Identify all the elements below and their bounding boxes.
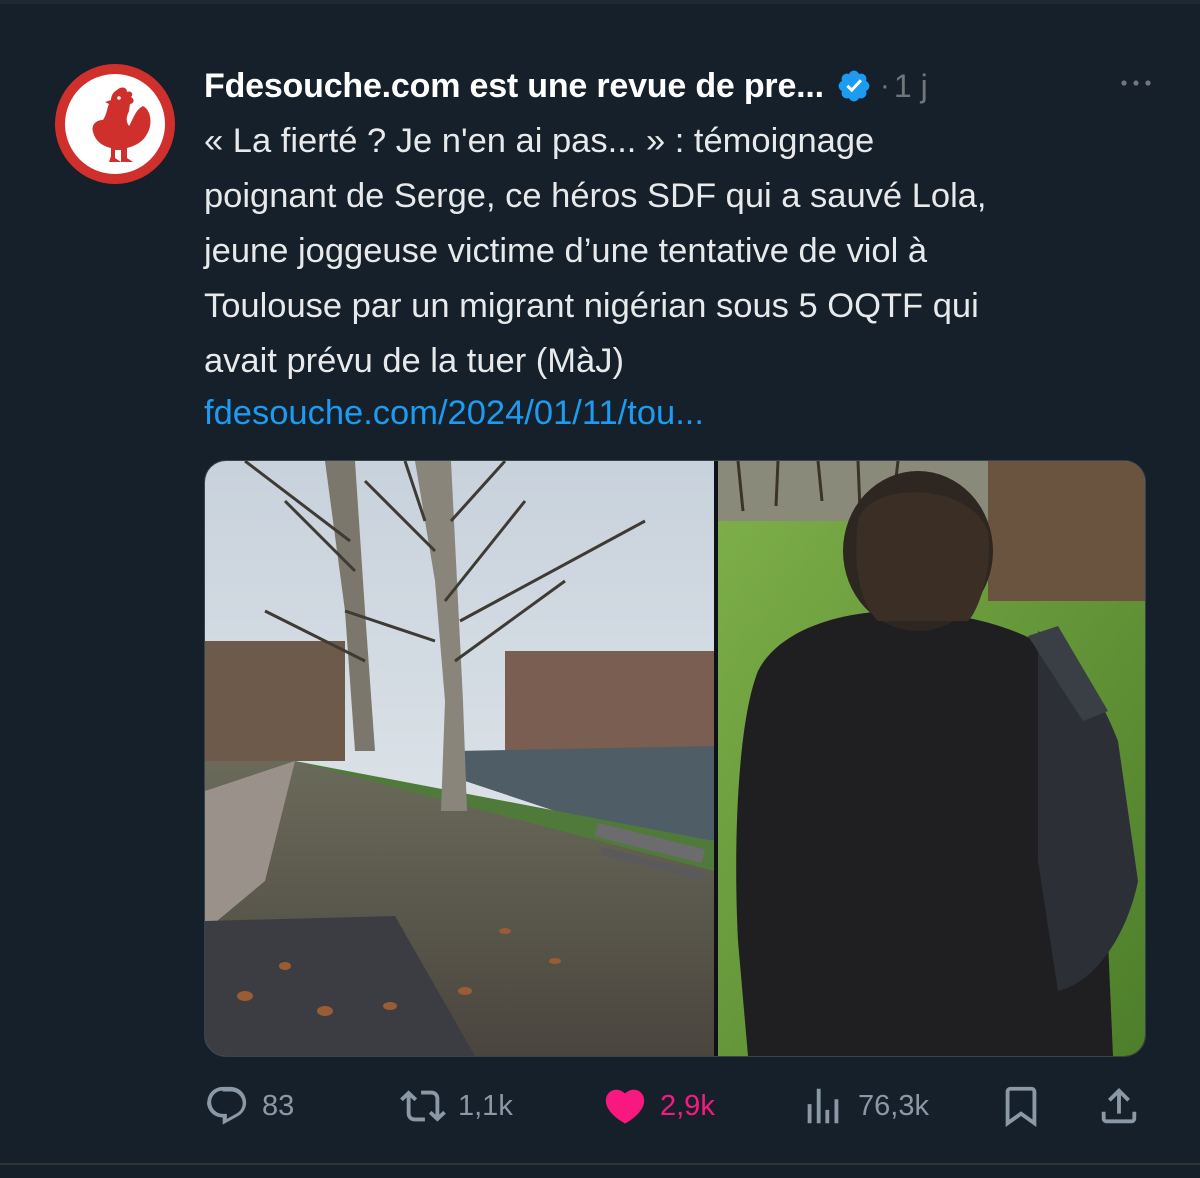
tweet-link[interactable]: fdesouche.com/2024/01/11/tou...	[204, 386, 704, 441]
views-count: 76,3k	[858, 1089, 929, 1122]
action-bar: 83 1,1k 2,9k 76,3k	[204, 1078, 1164, 1134]
bookmark-button[interactable]	[998, 1078, 1056, 1134]
rooster-logo-icon	[92, 87, 151, 162]
share-button[interactable]	[1096, 1078, 1154, 1134]
photo-park-path[interactable]	[205, 461, 714, 1056]
like-button[interactable]: 2,9k	[602, 1078, 715, 1134]
bookmark-icon	[1005, 1086, 1037, 1127]
tweet-text: « La fierté ? Je n'en ai pas... » : témo…	[204, 122, 987, 380]
reply-icon	[207, 1086, 247, 1125]
retweet-icon	[400, 1090, 446, 1122]
photo-man-back[interactable]	[718, 461, 1145, 1056]
author-name[interactable]: Fdesouche.com est une revue de pre...	[204, 67, 824, 106]
avatar-inner	[65, 74, 165, 174]
retweet-count: 1,1k	[458, 1089, 513, 1122]
dot-separator: ·	[879, 69, 890, 102]
views-button[interactable]: 76,3k	[800, 1078, 929, 1134]
like-icon	[605, 1089, 645, 1124]
reply-button[interactable]: 83	[204, 1078, 294, 1134]
reply-count: 83	[262, 1089, 295, 1122]
verified-badge-icon[interactable]	[836, 68, 872, 104]
media-grid	[204, 460, 1146, 1057]
retweet-button[interactable]: 1,1k	[400, 1078, 513, 1134]
tweet-time[interactable]: 1 j	[894, 68, 928, 105]
more-icon[interactable]	[1116, 68, 1156, 98]
avatar[interactable]	[55, 64, 175, 184]
share-icon	[1101, 1087, 1137, 1124]
bottom-divider	[0, 1163, 1200, 1165]
like-count: 2,9k	[660, 1089, 715, 1122]
views-icon	[807, 1088, 839, 1124]
tweet-header: Fdesouche.com est une revue de pre... · …	[204, 62, 1164, 110]
top-border	[0, 0, 1200, 4]
